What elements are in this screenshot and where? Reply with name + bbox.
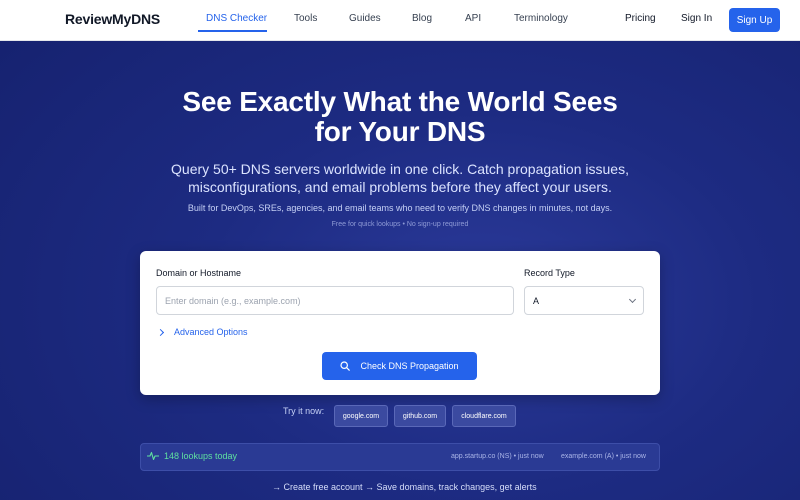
hero-title: See Exactly What the World Sees for Your… bbox=[100, 87, 700, 147]
nav-link-tools[interactable]: Tools bbox=[294, 13, 317, 24]
free-note: Free for quick lookups • No sign-up requ… bbox=[331, 221, 469, 228]
record-type-select[interactable]: A bbox=[524, 286, 644, 315]
nav-link-terminology[interactable]: Terminology bbox=[514, 13, 568, 24]
nav-link-blog[interactable]: Blog bbox=[412, 13, 432, 24]
domain-label: Domain or Hostname bbox=[156, 268, 242, 278]
hero-subtitle-line-1: Query 50+ DNS servers worldwide in one c… bbox=[171, 161, 629, 177]
advanced-options-toggle[interactable]: Advanced Options bbox=[156, 327, 248, 337]
domain-input[interactable]: Enter domain (e.g., example.com) bbox=[156, 286, 514, 315]
chevron-down-icon bbox=[628, 295, 637, 304]
example-chip-google[interactable]: google.com bbox=[334, 405, 388, 427]
lookups-today: 148 lookups today bbox=[147, 451, 237, 461]
lookups-count-text: 148 lookups today bbox=[164, 451, 238, 461]
example-chip-github[interactable]: github.com bbox=[394, 405, 446, 427]
create-account-cta[interactable]: → Create free account → Save domains, tr… bbox=[272, 482, 537, 492]
active-tab-indicator bbox=[198, 30, 267, 32]
nav-link-pricing[interactable]: Pricing bbox=[625, 13, 656, 24]
sign-up-button[interactable]: Sign Up bbox=[729, 8, 780, 32]
check-dns-propagation-button[interactable]: Check DNS Propagation bbox=[322, 352, 477, 380]
hero-title-line-1: See Exactly What the World Sees bbox=[182, 86, 618, 117]
record-type-value: A bbox=[533, 295, 540, 306]
search-icon bbox=[340, 361, 351, 371]
hero-subtitle-line-2: misconfigurations, and email problems be… bbox=[188, 179, 612, 195]
example-chip-cloudflare[interactable]: cloudflare.com bbox=[452, 405, 516, 427]
check-button-label: Check DNS Propagation bbox=[360, 361, 459, 371]
activity-pulse-icon bbox=[147, 451, 159, 461]
hero-title-line-2: for Your DNS bbox=[314, 116, 486, 147]
nav-link-dns-checker[interactable]: DNS Checker bbox=[206, 13, 267, 24]
recent-lookup-item: example.com (A) • just now bbox=[561, 453, 646, 460]
recent-lookup-item: app.startup.co (NS) • just now bbox=[451, 453, 544, 460]
advanced-options-label: Advanced Options bbox=[174, 327, 248, 337]
sign-in-link[interactable]: Sign In bbox=[681, 13, 712, 24]
top-navbar: ReviewMyDNS DNS Checker Tools Guides Blo… bbox=[0, 0, 800, 41]
brand-logo[interactable]: ReviewMyDNS bbox=[65, 11, 160, 27]
nav-link-guides[interactable]: Guides bbox=[349, 13, 381, 24]
hero-subtitle: Query 50+ DNS servers worldwide in one c… bbox=[150, 160, 650, 196]
try-it-now-label: Try it now: bbox=[283, 406, 325, 416]
record-type-label: Record Type bbox=[524, 268, 575, 278]
audience-text: Built for DevOps, SREs, agencies, and em… bbox=[187, 203, 613, 213]
chevron-right-icon bbox=[156, 328, 165, 336]
nav-link-api[interactable]: API bbox=[465, 13, 481, 24]
